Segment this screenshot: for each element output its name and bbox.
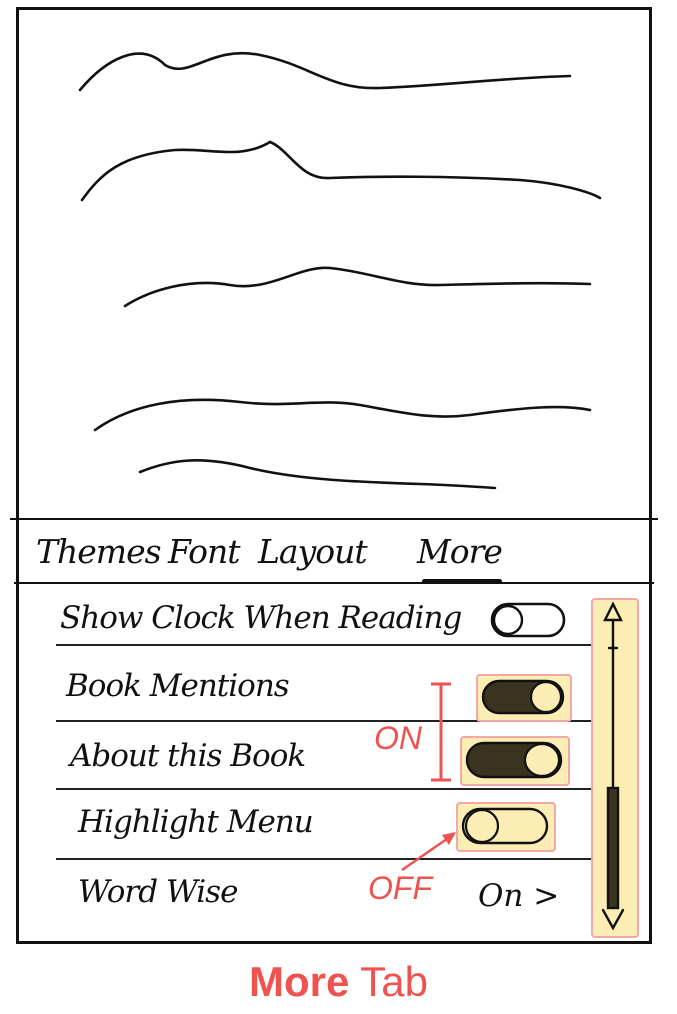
on-annotation-label: ON [374, 720, 422, 756]
setting-label-word-wise: Word Wise [78, 874, 238, 910]
setting-label-highlight-menu: Highlight Menu [78, 804, 314, 840]
tab-themes[interactable]: Themes [36, 532, 162, 571]
tabbar-bottom-divider [14, 582, 654, 584]
setting-label-show-clock: Show Clock When Reading [60, 600, 462, 636]
caption-rest: Tab [349, 958, 428, 1005]
scroll-down-arrow-icon [601, 908, 625, 931]
tab-more[interactable]: More [417, 532, 503, 571]
row-divider [56, 858, 601, 860]
tabbar-top-divider [10, 518, 658, 520]
row-divider [56, 788, 601, 790]
tab-layout[interactable]: Layout [258, 532, 368, 571]
caption-bold: More [249, 958, 350, 1005]
text-line-placeholder [78, 52, 572, 92]
setting-label-about-this-book: About this Book [70, 738, 306, 774]
text-line-placeholder [138, 459, 497, 490]
text-line-placeholder [93, 398, 592, 432]
scroll-thumb [606, 786, 620, 910]
setting-label-book-mentions: Book Mentions [66, 668, 290, 704]
highlight-menu-toggle[interactable] [460, 806, 550, 846]
caption: More Tab [0, 958, 677, 1006]
text-line-placeholder [80, 140, 602, 202]
row-divider [56, 644, 611, 646]
book-mentions-toggle[interactable] [480, 678, 566, 716]
off-arrow-annotation [401, 832, 456, 872]
scroll-up-arrow-icon [603, 601, 623, 622]
off-annotation-label: OFF [368, 870, 432, 906]
word-wise-value-link[interactable]: On > [478, 878, 559, 914]
show-clock-toggle[interactable] [488, 600, 568, 640]
on-bracket-annotation [431, 682, 451, 782]
reading-content-area [78, 52, 602, 490]
text-line-placeholder [123, 266, 592, 308]
tab-font[interactable]: Font [168, 532, 240, 571]
about-this-book-toggle[interactable] [464, 740, 564, 780]
scrollbar-track-sketch [601, 601, 625, 931]
